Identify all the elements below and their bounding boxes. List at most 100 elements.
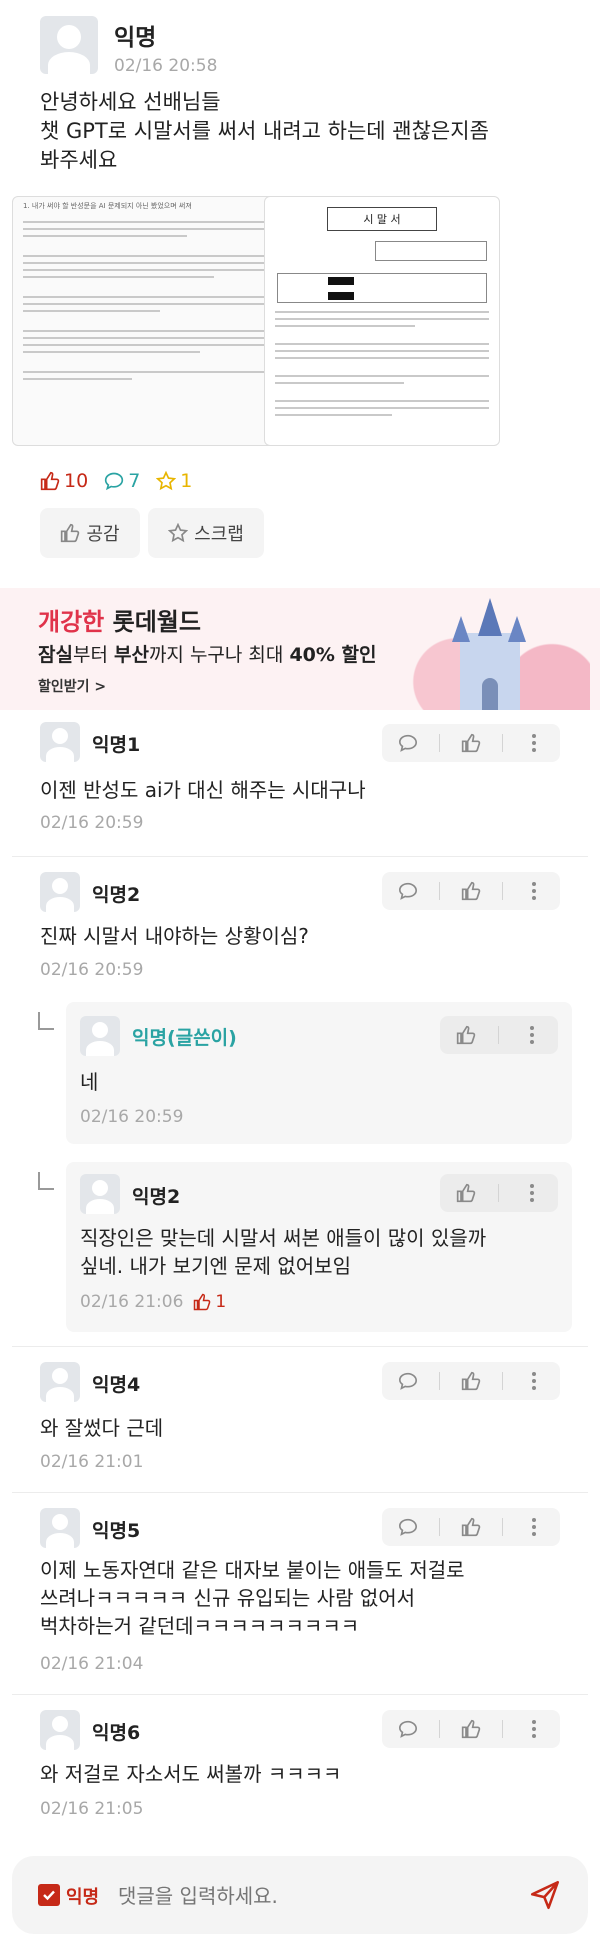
separator xyxy=(502,1372,504,1390)
more-options-icon[interactable] xyxy=(514,1366,554,1396)
ad-line-c: 부산 xyxy=(113,644,149,666)
comment-date: 02/16 20:59 xyxy=(40,813,144,833)
more-options-icon[interactable] xyxy=(512,1020,552,1050)
comment-author: 익명4 xyxy=(92,1374,141,1396)
anonymous-checkbox[interactable] xyxy=(38,1884,60,1906)
reply-text: 네 xyxy=(80,1070,99,1094)
send-icon[interactable] xyxy=(528,1878,564,1914)
comment-input[interactable] xyxy=(118,1876,518,1916)
reply-author: 익명2 xyxy=(132,1186,181,1208)
thumbs-up-icon[interactable] xyxy=(446,1020,486,1050)
ad-brand: 개강한 롯데월드 xyxy=(38,602,201,637)
separator xyxy=(438,1518,440,1536)
thumbs-up-icon xyxy=(61,523,80,543)
more-options-icon[interactable] xyxy=(512,1178,552,1208)
like-button-label: 공감 xyxy=(86,524,120,545)
comment-text: 진짜 시말서 내야하는 상황이심? xyxy=(40,924,309,948)
thumbs-up-icon[interactable] xyxy=(451,1714,491,1744)
like-button[interactable]: 공감 xyxy=(40,508,140,558)
reply-text-line: 싶네. 내가 보기엔 문제 없어보임 xyxy=(80,1254,351,1278)
comment-avatar xyxy=(40,1508,80,1548)
scrap-button[interactable]: 스크랩 xyxy=(148,508,264,558)
comment-avatar xyxy=(40,1710,80,1750)
thumbs-up-icon[interactable] xyxy=(446,1178,486,1208)
comment-avatar xyxy=(40,872,80,912)
doc-right-title: 시 말 서 xyxy=(327,207,437,231)
ad-brand-part2: 롯데월드 xyxy=(112,608,201,636)
comment-author: 익명1 xyxy=(92,734,141,756)
reply-icon[interactable] xyxy=(388,728,428,758)
scrap-button-label: 스크랩 xyxy=(194,524,244,545)
comment-text-line: 이제 노동자연대 같은 대자보 붙이는 애들도 저걸로 xyxy=(40,1558,465,1582)
post-like-count: 10 xyxy=(64,470,89,492)
thumbs-up-icon[interactable] xyxy=(451,1366,491,1396)
checkmark-icon xyxy=(43,1890,55,1901)
divider xyxy=(12,1492,588,1493)
doc-left-title: 1. 내가 써야 할 반성문을 AI 문제되지 아닌 봤었으며 써져 xyxy=(23,202,192,210)
separator xyxy=(438,882,440,900)
separator xyxy=(502,882,504,900)
divider xyxy=(12,1694,588,1695)
reply-arrow-icon xyxy=(38,1172,54,1190)
more-options-icon[interactable] xyxy=(514,728,554,758)
star-icon xyxy=(156,471,177,491)
ad-cta[interactable]: 할인받기 > xyxy=(38,676,106,696)
separator xyxy=(502,1720,504,1738)
divider xyxy=(12,856,588,857)
reply-avatar xyxy=(80,1174,120,1214)
comment-actions xyxy=(382,1508,560,1546)
reply-avatar xyxy=(80,1016,120,1056)
post-author: 익명 xyxy=(114,25,157,51)
reply-icon[interactable] xyxy=(388,876,428,906)
post-body: 안녕하세요 선배님들 챗 GPT로 시말서를 써서 내려고 하는데 괜찮은지좀 … xyxy=(40,88,489,175)
separator xyxy=(438,734,440,752)
ad-line-e: 40% 할인 xyxy=(289,644,377,666)
attached-image-right[interactable]: 시 말 서 xyxy=(264,196,500,446)
more-options-icon[interactable] xyxy=(514,876,554,906)
ad-line-b: 부터 xyxy=(72,644,108,666)
reply-actions xyxy=(440,1174,558,1212)
separator xyxy=(502,1518,504,1536)
attached-image-left[interactable]: 1. 내가 써야 할 반성문을 AI 문제되지 아닌 봤었으며 써져 xyxy=(12,196,287,446)
anonymous-label[interactable]: 익명 xyxy=(66,1883,99,1909)
reply-actions xyxy=(440,1016,558,1054)
comment-date: 02/16 20:59 xyxy=(40,960,144,980)
reply-icon[interactable] xyxy=(388,1714,428,1744)
ad-line-a: 잠실 xyxy=(38,644,73,666)
thumbs-up-icon[interactable] xyxy=(451,1512,491,1542)
reply-meta: 02/16 21:06 1 xyxy=(80,1292,226,1312)
ad-banner[interactable]: 개강한 롯데월드 잠실부터 부산까지 누구나 최대 40% 할인 할인받기 > xyxy=(0,588,600,710)
comment-author: 익명5 xyxy=(92,1520,141,1542)
comment-text: 와 잘썼다 근데 xyxy=(40,1416,164,1440)
comment-text: 이젠 반성도 ai가 대신 해주는 시대구나 xyxy=(40,778,366,802)
thumbs-up-icon xyxy=(194,1293,211,1311)
comment-text: 이제 노동자연대 같은 대자보 붙이는 애들도 저걸로 쓰려나ㅋㅋㅋㅋㅋ 신규 … xyxy=(40,1556,465,1640)
comment-actions xyxy=(382,872,560,910)
separator xyxy=(502,734,504,752)
comment-text: 와 저걸로 자소서도 써볼까 ㅋㅋㅋㅋ xyxy=(40,1762,342,1786)
comment-author: 익명6 xyxy=(92,1722,141,1744)
comment-avatar xyxy=(40,1362,80,1402)
comment-date: 02/16 21:04 xyxy=(40,1654,144,1674)
comment-actions xyxy=(382,1710,560,1748)
more-options-icon[interactable] xyxy=(514,1714,554,1744)
reply-date: 02/16 20:59 xyxy=(80,1107,184,1127)
reply-icon[interactable] xyxy=(388,1366,428,1396)
post-date: 02/16 20:58 xyxy=(114,56,218,76)
post-scrap-count: 1 xyxy=(180,470,193,492)
thumbs-up-icon[interactable] xyxy=(451,876,491,906)
comment-icon xyxy=(105,472,124,491)
post-counters: 10 7 1 xyxy=(40,470,192,492)
reply-text: 직장인은 맞는데 시말서 써본 애들이 많이 있을까 싶네. 내가 보기엔 문제… xyxy=(80,1224,486,1280)
comment-text-line: 벅차하는거 같던데ㅋㅋㅋㅋㅋㅋㅋㅋㅋ xyxy=(40,1614,360,1638)
reply-date: 02/16 21:06 xyxy=(80,1292,184,1312)
reply-text-line: 직장인은 맞는데 시말서 써본 애들이 많이 있을까 xyxy=(80,1226,487,1250)
comment-actions xyxy=(382,724,560,762)
comment-text-line: 쓰려나ㅋㅋㅋㅋㅋ 신규 유입되는 사람 없어서 xyxy=(40,1586,416,1610)
thumbs-up-icon[interactable] xyxy=(451,728,491,758)
post-body-line: 안녕하세요 선배님들 xyxy=(40,90,221,114)
reply-icon[interactable] xyxy=(388,1512,428,1542)
more-options-icon[interactable] xyxy=(514,1512,554,1542)
star-icon xyxy=(168,523,189,543)
separator xyxy=(438,1720,440,1738)
